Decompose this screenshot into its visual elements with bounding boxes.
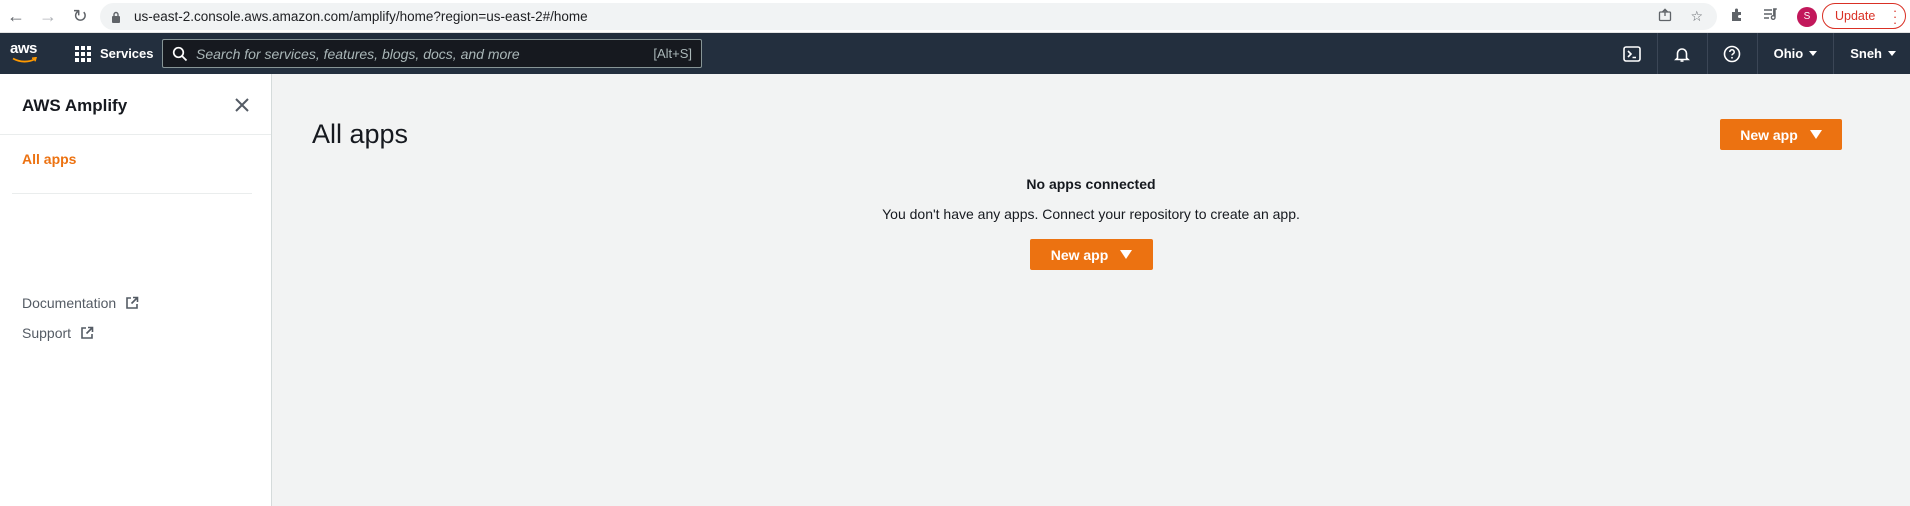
- services-grid-icon: [75, 45, 91, 62]
- side-navigation: AWS Amplify All apps Documentation Suppo…: [0, 74, 272, 506]
- caret-down-icon: [1809, 51, 1818, 56]
- region-label: Ohio: [1773, 46, 1804, 61]
- browser-toolbar: ← → ↻ us-east-2.console.aws.amazon.com/a…: [0, 0, 1910, 33]
- region-selector[interactable]: Ohio: [1758, 33, 1835, 74]
- aws-logo-text: aws: [10, 40, 37, 57]
- new-app-label: New app: [1740, 126, 1798, 143]
- empty-state-title: No apps connected: [1026, 176, 1156, 192]
- update-label: Update: [1835, 9, 1876, 23]
- back-arrow-icon[interactable]: ←: [6, 6, 26, 26]
- reload-icon[interactable]: ↻: [70, 6, 90, 26]
- new-app-label: New app: [1050, 246, 1109, 263]
- caret-down-icon: [1120, 250, 1133, 259]
- caret-down-icon: [1809, 130, 1822, 139]
- new-app-button-empty-state[interactable]: New app: [1030, 239, 1153, 270]
- address-bar[interactable]: us-east-2.console.aws.amazon.com/amplify…: [100, 3, 1717, 30]
- empty-state-description: You don't have any apps. Connect your re…: [882, 206, 1300, 222]
- url-text: us-east-2.console.aws.amazon.com/amplify…: [134, 9, 588, 24]
- search-icon: [172, 46, 188, 61]
- console-search[interactable]: [Alt+S]: [162, 39, 702, 68]
- aws-logo[interactable]: aws: [10, 40, 42, 66]
- account-label: Sneh: [1850, 46, 1882, 61]
- share-icon[interactable]: [1658, 8, 1672, 25]
- extensions-puzzle-icon[interactable]: [1730, 7, 1745, 27]
- search-input[interactable]: [196, 45, 626, 62]
- forward-arrow-icon[interactable]: →: [38, 6, 58, 26]
- caret-down-icon: [1888, 51, 1896, 56]
- profile-avatar[interactable]: S: [1797, 6, 1817, 27]
- page-title: All apps: [312, 119, 409, 149]
- sidebar-item-label: Support: [22, 325, 72, 341]
- media-queue-icon[interactable]: [1763, 7, 1779, 26]
- search-shortcut-hint: [Alt+S]: [653, 46, 692, 61]
- kebab-menu-icon: · · ·: [1892, 3, 1898, 30]
- divider: [0, 134, 271, 135]
- account-menu[interactable]: Sneh: [1834, 33, 1910, 74]
- external-link-icon: [81, 326, 94, 339]
- notifications-bell-icon[interactable]: [1658, 33, 1708, 74]
- sidebar-item-all-apps[interactable]: All apps: [22, 151, 76, 167]
- external-link-icon: [126, 296, 139, 309]
- lock-icon: [110, 10, 122, 24]
- cloudshell-terminal-icon[interactable]: [1608, 33, 1658, 74]
- sidebar-item-support[interactable]: Support: [22, 325, 94, 341]
- sidebar-item-label: Documentation: [22, 295, 117, 311]
- aws-smile-icon: [12, 57, 37, 63]
- services-menu-button[interactable]: Services: [75, 33, 154, 74]
- aws-top-navigation: aws Services [Alt+S] Ohio Sneh: [0, 33, 1910, 74]
- sidebar-title: AWS Amplify: [22, 96, 128, 115]
- browser-update-button[interactable]: Update · · ·: [1822, 3, 1906, 29]
- sidebar-item-documentation[interactable]: Documentation: [22, 295, 139, 311]
- divider: [12, 193, 252, 194]
- close-icon[interactable]: [233, 96, 251, 114]
- new-app-button[interactable]: New app: [1720, 119, 1842, 150]
- services-label: Services: [100, 46, 154, 61]
- help-icon[interactable]: [1708, 33, 1758, 74]
- bookmark-star-icon[interactable]: ☆: [1690, 8, 1703, 25]
